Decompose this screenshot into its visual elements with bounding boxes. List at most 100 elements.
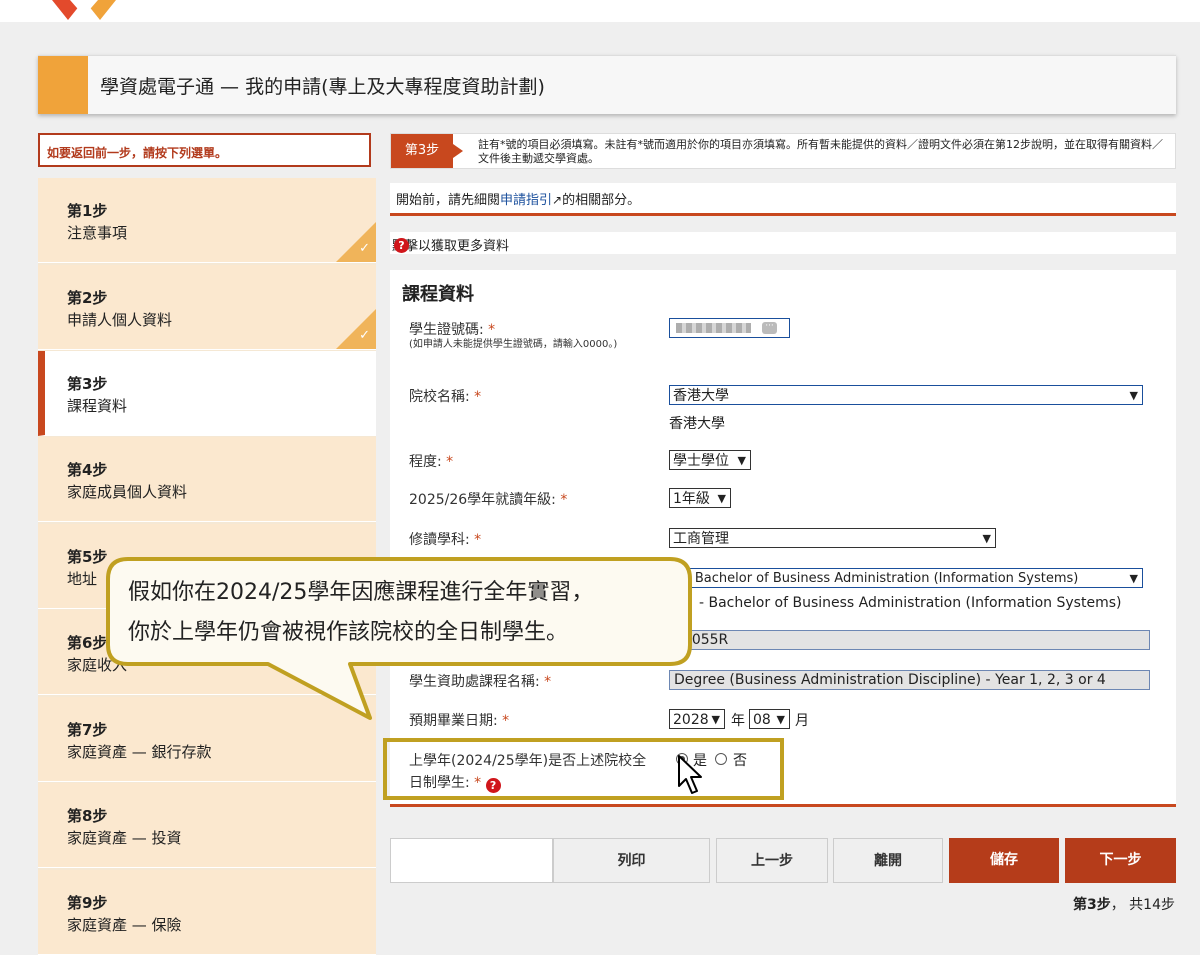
student-id-label: 學生證號碼: * — [409, 319, 495, 339]
programme-select[interactable]: B - Bachelor of Business Administration … — [669, 568, 1143, 588]
completed-corner — [336, 222, 376, 262]
step-label: 家庭資產 — 保險 — [67, 916, 182, 934]
button-spacer — [390, 838, 553, 883]
student-id-note: (如申請人未能提供學生證號碼，請輸入0000。) — [409, 339, 618, 350]
fulltime-no-label: 否 — [733, 753, 747, 769]
guide-suffix: 的相關部分。 — [562, 193, 641, 208]
student-id-input[interactable]: ··· — [669, 318, 790, 338]
step-number: 第1步 — [67, 202, 108, 220]
level-label-text: 程度: — [409, 454, 442, 470]
programme-text: - Bachelor of Business Administration (I… — [699, 595, 1122, 611]
required-mark: * — [474, 532, 482, 548]
discipline-select[interactable]: 工商管理 ▼ — [669, 528, 996, 548]
fulltime-no-radio[interactable] — [715, 753, 727, 765]
step-9[interactable]: 第9步 家庭資產 — 保險 — [38, 870, 376, 955]
graduation-month-select[interactable]: 08 ▼ — [749, 709, 790, 729]
guide-link[interactable]: 申請指引 — [500, 193, 552, 208]
graduation-year-select[interactable]: 2028 ▼ — [669, 709, 725, 729]
required-mark: * — [488, 322, 496, 338]
more-info-suffix: 以獲取更多資料 — [418, 239, 510, 254]
page-title: 學資處電子通 — 我的申請(專上及大專程度資助計劃) — [100, 76, 545, 98]
completed-corner — [336, 309, 376, 349]
chevron-down-icon: ▼ — [737, 454, 746, 467]
guide-text: 開始前，請先細閱申請指引↗的相關部分。 — [396, 189, 640, 208]
programme-selected: B - Bachelor of Business Administration … — [673, 571, 1079, 586]
fulltime-label-text: 日制學生: — [409, 775, 470, 791]
step-label: 課程資料 — [67, 397, 128, 415]
guide-notice: 開始前，請先細閱申請指引↗的相關部分。 — [390, 183, 1176, 216]
section-title: 課程資料 — [402, 284, 474, 305]
institution-label-text: 院校名稱: — [409, 389, 470, 405]
required-mark: * — [474, 775, 482, 791]
help-icon: ? — [394, 238, 409, 253]
step-3[interactable]: 第3步 課程資料 — [38, 351, 376, 436]
leave-button[interactable]: 離開 — [833, 838, 943, 883]
chevron-down-icon: ▼ — [711, 713, 720, 726]
discipline-label-text: 修讀學科: — [409, 532, 470, 548]
current-step-tag: 第3步 — [391, 134, 463, 168]
next-step-button[interactable]: 下一步 — [1065, 838, 1176, 883]
step-8[interactable]: 第8步 家庭資產 — 投資 — [38, 783, 376, 868]
bubble-line-1: 假如你在2024/25學年因應課程進行全年實習， — [128, 580, 594, 605]
year-selected: 1年級 — [673, 491, 710, 507]
institution-text: 香港大學 — [669, 416, 725, 432]
institution-selected: 香港大學 — [673, 388, 729, 404]
required-mark: * — [544, 674, 552, 690]
step-counter: 第3步， 共14步 — [1072, 897, 1175, 913]
step-label: 注意事項 — [67, 224, 128, 242]
sfo-course-field: Degree (Business Administration Discipli… — [669, 670, 1150, 690]
graduation-year-selected: 2028 — [673, 712, 709, 728]
institution-label: 院校名稱: * — [409, 386, 481, 406]
required-mark: * — [446, 454, 454, 470]
step-number: 第3步 — [67, 375, 108, 393]
step-number: 第5步 — [67, 548, 108, 566]
save-button[interactable]: 儲存 — [949, 838, 1059, 883]
step-1[interactable]: 第1步 注意事項 ✓ — [38, 178, 376, 263]
action-buttons: 列印 上一步 離開 儲存 下一步 — [390, 838, 1176, 883]
print-button[interactable]: 列印 — [553, 838, 710, 883]
step-7[interactable]: 第7步 家庭資產 — 銀行存款 — [38, 697, 376, 782]
step-number: 第7步 — [67, 721, 108, 739]
discipline-label: 修讀學科: * — [409, 529, 481, 549]
step-4[interactable]: 第4步 家庭成員個人資料 — [38, 437, 376, 522]
graduation-label-text: 預期畢業日期: — [409, 713, 498, 729]
more-icon: ··· — [762, 322, 777, 334]
title-accent — [38, 56, 88, 114]
level-selected: 學士學位 — [673, 453, 729, 469]
year-select[interactable]: 1年級 ▼ — [669, 488, 731, 508]
chevron-down-icon: ▼ — [982, 532, 991, 545]
graduation-label: 預期畢業日期: * — [409, 710, 509, 730]
prev-step-button[interactable]: 上一步 — [716, 838, 828, 883]
step-label: 家庭資產 — 投資 — [67, 829, 182, 847]
chevron-down-icon: ▼ — [717, 492, 726, 505]
help-icon[interactable]: ? — [485, 778, 501, 793]
step-number: 第4步 — [67, 461, 108, 479]
sfo-course-label-text: 學生資助處課程名稱: — [409, 674, 540, 690]
level-select[interactable]: 學士學位 ▼ — [669, 450, 751, 470]
speech-bubble-text: 假如你在2024/25學年因應課程進行全年實習， 你於上學年仍會被視作該院校的全… — [128, 573, 688, 653]
required-mark: * — [502, 713, 510, 729]
fulltime-label-line2: 日制學生: * ? — [409, 772, 501, 793]
step-counter-total: 共14步 — [1129, 897, 1175, 913]
step-label: 家庭成員個人資料 — [67, 483, 188, 501]
step-2[interactable]: 第2步 申請人個人資料 ✓ — [38, 265, 376, 350]
check-icon: ✓ — [359, 241, 370, 256]
discipline-selected: 工商管理 — [673, 531, 729, 547]
step-number: 第6步 — [67, 634, 108, 652]
institution-select[interactable]: 香港大學 ▼ — [669, 385, 1143, 405]
fulltime-label-line1: 上學年(2024/25學年)是否上述院校全 — [409, 753, 647, 769]
required-mark: * — [474, 389, 482, 405]
more-info-row: 點擊?以獲取更多資料 — [390, 232, 1176, 254]
chevron-down-icon: ▼ — [1129, 389, 1138, 402]
step-label: 家庭收入 — [67, 656, 128, 674]
back-hint-text: 如要返回前一步，請按下列選單。 — [47, 146, 228, 160]
required-mark: * — [560, 492, 568, 508]
student-id-label-text: 學生證號碼: — [409, 322, 484, 338]
level-label: 程度: * — [409, 451, 453, 471]
step-counter-current: 第3步 — [1072, 897, 1111, 913]
step-label: 地址 — [67, 570, 98, 588]
step-number: 第2步 — [67, 289, 108, 307]
step-notice-text: 註有*號的項目必須填寫。未註有*號而適用於你的項目亦須填寫。所有暫未能提供的資料… — [478, 138, 1163, 165]
programme-code-field: 01055R — [669, 630, 1150, 650]
step-number: 第8步 — [67, 807, 108, 825]
